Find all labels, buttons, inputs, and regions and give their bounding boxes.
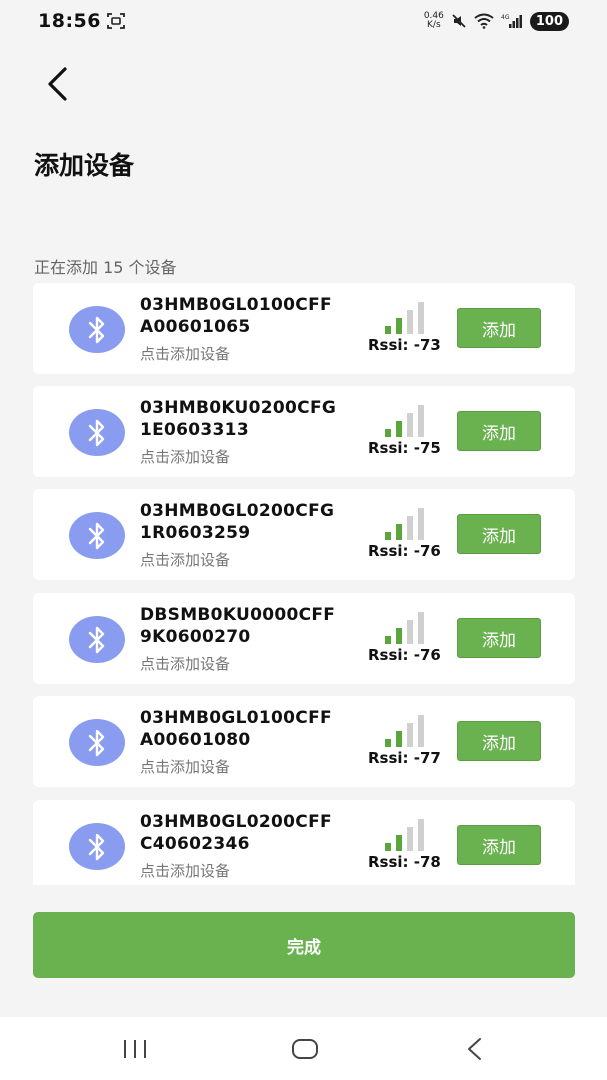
device-name: 03HMB0KU0200CFG 1E0603313 — [140, 398, 337, 440]
chevron-left-icon — [48, 67, 67, 101]
screen-capture-icon — [107, 13, 125, 29]
bluetooth-icon — [88, 419, 105, 446]
bluetooth-icon — [88, 833, 105, 860]
page-title: 添加设备 — [34, 151, 135, 180]
add-device-button[interactable]: 添加 — [457, 618, 541, 658]
rssi-value: Rssi: -76 — [368, 542, 441, 560]
bluetooth-icon — [88, 626, 105, 653]
device-card[interactable]: 03HMB0GL0100CFF A00601080 点击添加设备 Rssi: -7… — [33, 696, 575, 787]
signal-bars-icon — [385, 302, 424, 334]
device-list[interactable]: 03HMB0GL0100CFF A00601065 点击添加设备 Rssi: -7… — [33, 283, 575, 885]
svg-text:4G: 4G — [501, 14, 510, 21]
device-hint: 点击添加设备 — [140, 655, 231, 673]
device-card[interactable]: 03HMB0GL0100CFF A00601065 点击添加设备 Rssi: -7… — [33, 283, 575, 374]
signal-bars-icon — [385, 508, 424, 540]
device-name: 03HMB0GL0100CFF A00601080 — [140, 708, 332, 750]
device-hint: 点击添加设备 — [140, 345, 231, 363]
system-nav-bar — [0, 1017, 607, 1080]
signal-bars-icon — [385, 819, 424, 851]
status-bar: 18:56 0.46 K/s 4G 100 — [0, 0, 607, 44]
add-device-button[interactable]: 添加 — [457, 825, 541, 865]
bluetooth-icon — [88, 522, 105, 549]
add-device-screen: 18:56 0.46 K/s 4G 100 添加设备 正在添加 15 个设备 0… — [0, 0, 607, 1080]
signal-bars-icon — [385, 612, 424, 644]
device-name: 03HMB0GL0100CFF A00601065 — [140, 295, 332, 337]
bluetooth-avatar — [69, 616, 125, 663]
rssi-value: Rssi: -73 — [368, 336, 441, 354]
add-device-button[interactable]: 添加 — [457, 308, 541, 348]
wifi-icon — [474, 13, 494, 29]
add-device-button[interactable]: 添加 — [457, 514, 541, 554]
adding-count-label: 正在添加 15 个设备 — [34, 258, 177, 277]
battery-indicator: 100 — [529, 11, 569, 31]
device-hint: 点击添加设备 — [140, 551, 231, 569]
bluetooth-avatar — [69, 719, 125, 766]
status-time: 18:56 — [38, 10, 101, 32]
signal-bars-icon — [385, 405, 424, 437]
device-card[interactable]: 03HMB0GL0200CFG 1R0603259 点击添加设备 Rssi: -7… — [33, 489, 575, 580]
bluetooth-avatar — [69, 512, 125, 559]
add-device-button[interactable]: 添加 — [457, 721, 541, 761]
done-button[interactable]: 完成 — [33, 912, 575, 978]
device-name: 03HMB0GL0200CFG 1R0603259 — [140, 501, 335, 543]
device-card[interactable]: 03HMB0GL0200CFF C40602346 点击添加设备 Rssi: -7… — [33, 800, 575, 885]
device-hint: 点击添加设备 — [140, 862, 231, 880]
device-card[interactable]: 03HMB0KU0200CFG 1E0603313 点击添加设备 Rssi: -7… — [33, 386, 575, 477]
rssi-value: Rssi: -78 — [368, 853, 441, 871]
bluetooth-avatar — [69, 409, 125, 456]
device-hint: 点击添加设备 — [140, 448, 231, 466]
signal-bars-icon — [385, 715, 424, 747]
status-icons: 0.46 K/s 4G 100 — [424, 9, 569, 33]
rssi-value: Rssi: -77 — [368, 749, 441, 767]
add-device-button[interactable]: 添加 — [457, 411, 541, 451]
home-icon[interactable] — [290, 1036, 320, 1062]
device-name: 03HMB0GL0200CFF C40602346 — [140, 812, 332, 854]
cellular-signal-icon: 4G — [501, 14, 522, 28]
bluetooth-icon — [88, 729, 105, 756]
device-hint: 点击添加设备 — [140, 758, 231, 776]
back-button[interactable] — [36, 62, 80, 106]
device-name: DBSMB0KU0000CFF 9K0600270 — [140, 605, 336, 647]
rssi-value: Rssi: -76 — [368, 646, 441, 664]
device-card[interactable]: DBSMB0KU0000CFF 9K0600270 点击添加设备 Rssi: -7… — [33, 593, 575, 684]
recents-icon[interactable] — [120, 1037, 150, 1061]
bluetooth-icon — [88, 316, 105, 343]
net-speed: 0.46 K/s — [423, 11, 444, 30]
bluetooth-avatar — [69, 823, 125, 870]
bluetooth-avatar — [69, 306, 125, 353]
rssi-value: Rssi: -75 — [368, 439, 441, 457]
back-icon[interactable] — [462, 1035, 488, 1063]
mute-icon — [452, 14, 466, 28]
